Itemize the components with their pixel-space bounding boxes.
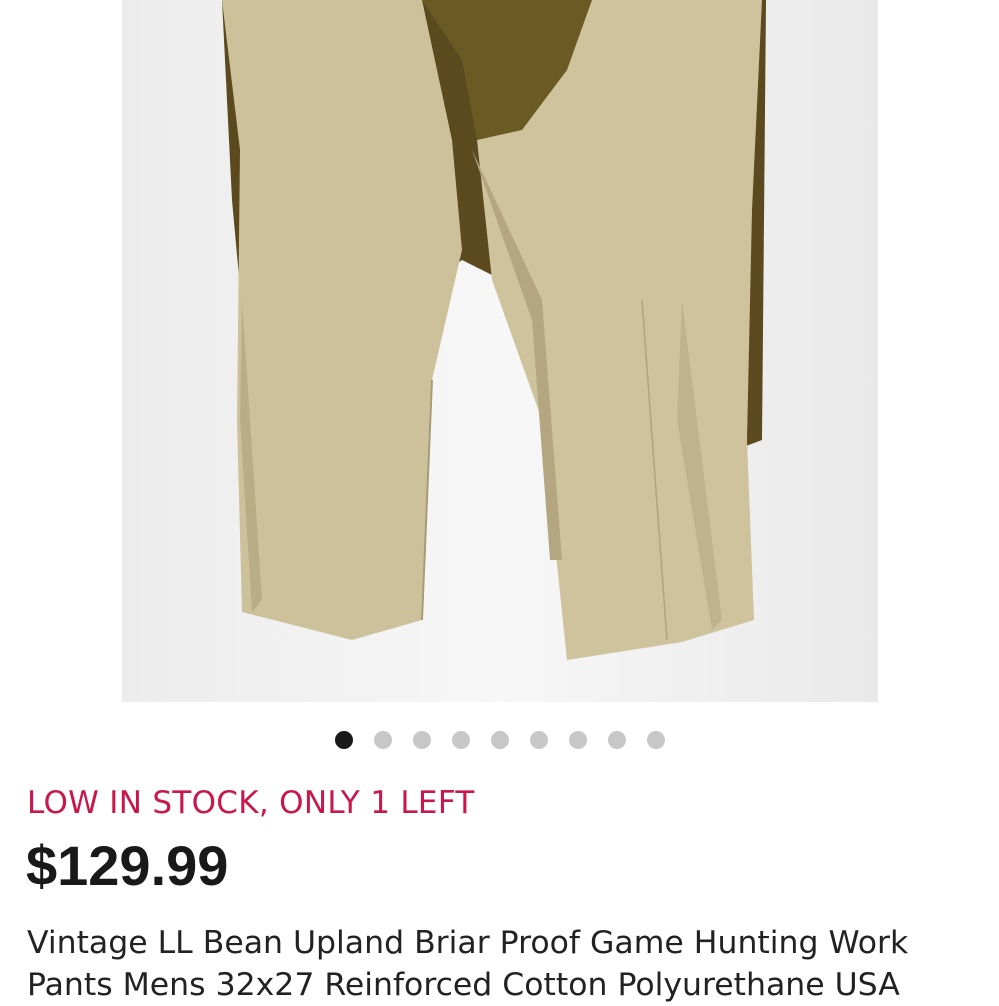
- carousel-dot-1[interactable]: [334, 731, 353, 749]
- carousel-dot-7[interactable]: [568, 731, 587, 749]
- price: $129.99: [26, 834, 229, 897]
- image-carousel-indicators: [0, 731, 999, 749]
- carousel-dot-4[interactable]: [451, 731, 470, 749]
- carousel-dot-6[interactable]: [529, 731, 548, 749]
- carousel-dot-3[interactable]: [412, 731, 431, 749]
- product-photo: [122, 0, 878, 702]
- carousel-dot-2[interactable]: [373, 731, 392, 749]
- carousel-dot-5[interactable]: [490, 731, 509, 749]
- stock-notice: LOW IN STOCK, ONLY 1 LEFT: [27, 785, 475, 821]
- carousel-dot-9[interactable]: [646, 731, 665, 749]
- carousel-dot-8[interactable]: [607, 731, 626, 749]
- product-image[interactable]: [122, 0, 878, 702]
- listing-title: Vintage LL Bean Upland Briar Proof Game …: [27, 925, 909, 1003]
